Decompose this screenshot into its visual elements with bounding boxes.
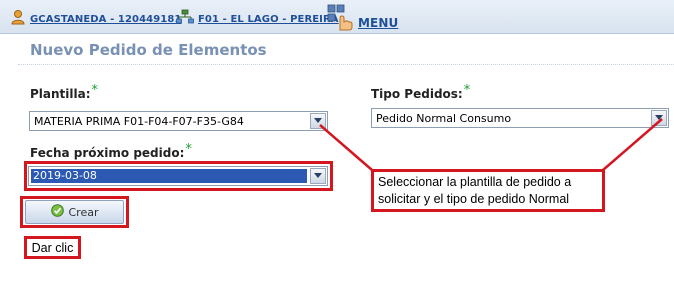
top-header-bar: GCASTANEDA - 120449181 F01 - EL LAGO - P… [0, 0, 674, 34]
menu-link[interactable]: MENU [358, 16, 398, 30]
chevron-down-icon[interactable] [310, 113, 326, 129]
plantilla-label: Plantilla:* [30, 83, 98, 102]
user-icon [10, 9, 26, 29]
office-link[interactable]: F01 - EL LAGO - PEREIRA [198, 14, 339, 25]
plantilla-required-mark: * [91, 83, 99, 98]
plantilla-select[interactable]: MATERIA PRIMA F01-F04-F07-F35-G84 [29, 111, 328, 131]
office-network-icon [176, 9, 194, 29]
fecha-label: Fecha próximo pedido:* [30, 142, 192, 161]
crear-button-label: Crear [68, 205, 99, 219]
menu-hand-icon [326, 2, 356, 36]
office-info[interactable]: F01 - EL LAGO - PEREIRA [176, 9, 339, 29]
tipo-pedidos-select-value: Pedido Normal Consumo [376, 112, 512, 125]
chevron-down-icon[interactable] [651, 110, 667, 126]
tipo-pedidos-required-mark: * [463, 83, 471, 98]
user-info[interactable]: GCASTANEDA - 120449181 [10, 9, 181, 29]
crear-button[interactable]: Crear [25, 200, 124, 224]
click-note: Dar clic [24, 236, 81, 259]
plantilla-label-text: Plantilla: [30, 87, 91, 101]
instruction-callout: Seleccionar la plantilla de pedido a sol… [371, 169, 605, 212]
fecha-label-text: Fecha próximo pedido: [30, 146, 185, 160]
menu-button[interactable]: MENU [326, 2, 398, 36]
tipo-pedidos-label-text: Tipo Pedidos: [371, 87, 463, 101]
plantilla-select-value: MATERIA PRIMA F01-F04-F07-F35-G84 [34, 115, 244, 128]
tipo-pedidos-label: Tipo Pedidos:* [371, 83, 470, 102]
tipo-pedidos-select[interactable]: Pedido Normal Consumo [371, 108, 669, 128]
check-circle-icon [50, 204, 64, 220]
fecha-select-value: 2019-03-08 [31, 169, 307, 183]
fecha-required-mark: * [185, 142, 192, 157]
fecha-select[interactable]: 2019-03-08 [28, 166, 328, 186]
chevron-down-icon[interactable] [310, 168, 326, 184]
title-divider [18, 64, 674, 65]
page-title: Nuevo Pedido de Elementos [30, 41, 267, 59]
user-link[interactable]: GCASTANEDA - 120449181 [30, 14, 181, 25]
